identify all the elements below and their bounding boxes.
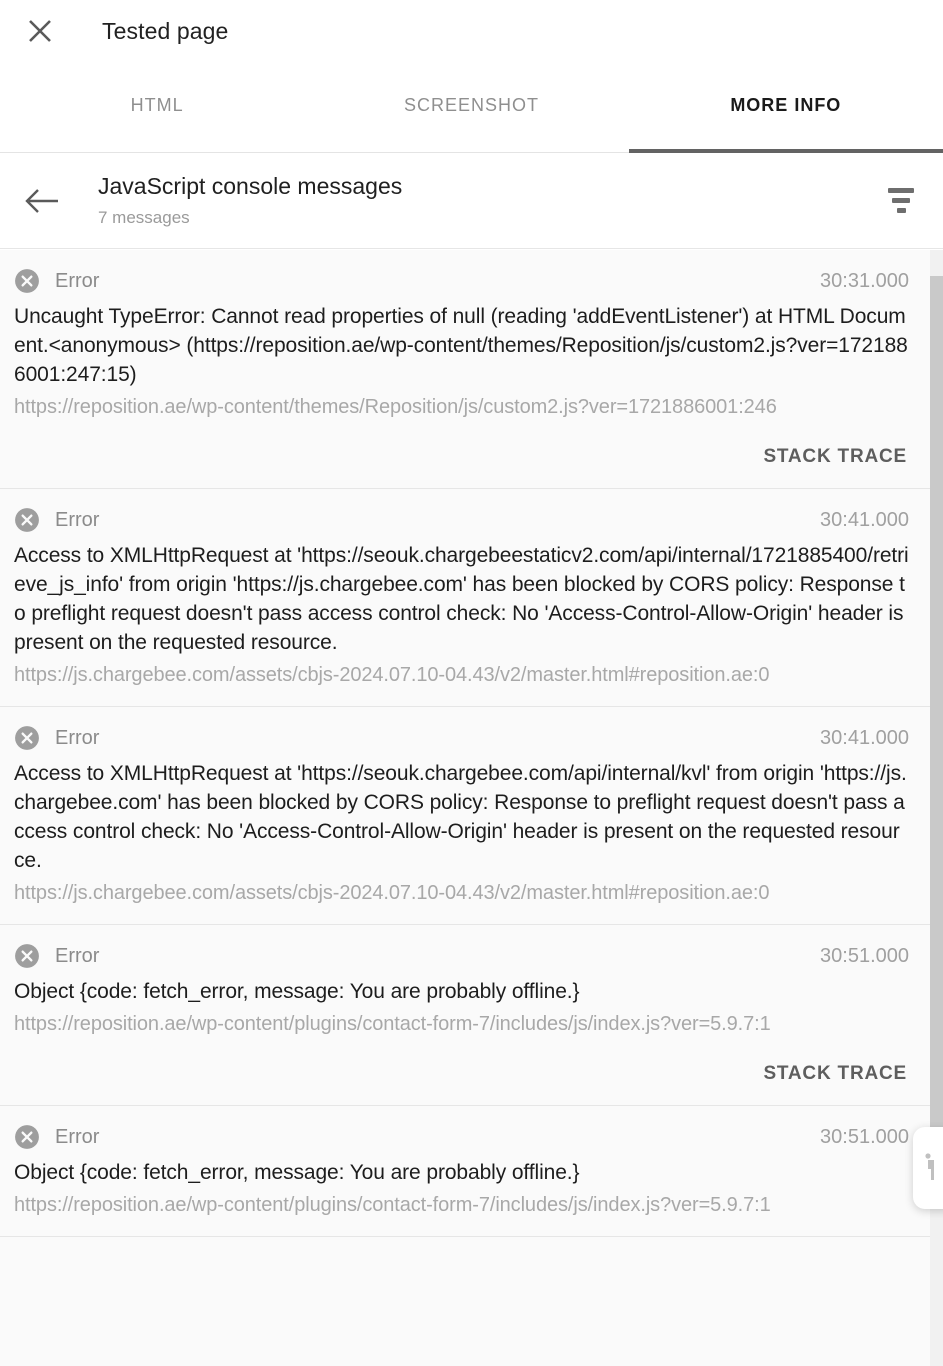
message-text: Object {code: fetch_error, message: You … <box>14 980 580 1003</box>
tab-html[interactable]: HTML <box>0 62 314 152</box>
window-titlebar: Tested page <box>0 0 943 62</box>
stack-trace-row: STACK TRACE <box>14 1059 909 1089</box>
error-circle-x-icon <box>15 508 39 532</box>
vertical-scrollbar-thumb[interactable] <box>930 276 943 1166</box>
error-circle-x-icon <box>15 269 39 293</box>
error-circle-x-icon <box>15 944 39 968</box>
stack-trace-row: STACK TRACE <box>14 442 909 472</box>
message-source-url: https://js.chargebee.com/assets/cbjs-202… <box>14 664 770 686</box>
tab-bar: HTML SCREENSHOT MORE INFO <box>0 62 943 153</box>
message-text: Object {code: fetch_error, message: You … <box>14 1161 580 1184</box>
message-header: Error 30:31.000 <box>14 264 909 298</box>
error-circle-x-icon <box>15 726 39 750</box>
close-button[interactable] <box>18 9 62 53</box>
list-item[interactable]: Error 30:51.000 Object {code: fetch_erro… <box>0 925 943 1106</box>
console-subheader: JavaScript console messages 7 messages <box>0 153 943 249</box>
message-header: Error 30:51.000 <box>14 939 909 973</box>
message-timestamp: 30:31.000 <box>820 269 909 292</box>
tab-more-info-label: MORE INFO <box>730 94 842 115</box>
message-level: Error <box>55 508 100 531</box>
console-title: JavaScript console messages <box>98 172 403 199</box>
close-icon <box>29 20 51 42</box>
page-title: Tested page <box>102 17 229 44</box>
message-source-url: https://reposition.ae/wp-content/themes/… <box>14 396 777 418</box>
message-source-url: https://reposition.ae/wp-content/plugins… <box>14 1194 771 1216</box>
message-level: Error <box>55 1125 100 1148</box>
message-level: Error <box>55 269 100 292</box>
stack-trace-button[interactable]: STACK TRACE <box>761 442 909 472</box>
tab-more-info[interactable]: MORE INFO <box>628 62 943 153</box>
message-text: Uncaught TypeError: Cannot read properti… <box>14 305 908 386</box>
message-source-url: https://reposition.ae/wp-content/plugins… <box>14 1013 771 1035</box>
accessibility-person-icon <box>925 1153 934 1180</box>
error-circle-x-icon <box>15 1125 39 1149</box>
message-source-url: https://js.chargebee.com/assets/cbjs-202… <box>14 882 770 904</box>
list-item[interactable]: Error 30:31.000 Uncaught TypeError: Cann… <box>0 250 943 489</box>
message-text: Access to XMLHttpRequest at 'https://seo… <box>14 762 907 872</box>
list-item[interactable]: Error 30:51.000 Object {code: fetch_erro… <box>0 1106 943 1237</box>
more-info-panel: Tested page HTML SCREENSHOT MORE INFO Ja… <box>0 0 943 1366</box>
message-header: Error 30:51.000 <box>14 1120 909 1154</box>
list-item[interactable]: Error 30:41.000 Access to XMLHttpRequest… <box>0 707 943 925</box>
filter-icon <box>888 188 914 213</box>
console-message-count: 7 messages <box>98 207 190 227</box>
message-timestamp: 30:51.000 <box>820 944 909 967</box>
filter-button[interactable] <box>877 177 925 225</box>
message-timestamp: 30:41.000 <box>820 726 909 749</box>
stack-trace-button[interactable]: STACK TRACE <box>761 1059 909 1089</box>
message-level: Error <box>55 944 100 967</box>
subheader-text-group: JavaScript console messages 7 messages <box>98 171 877 231</box>
message-header: Error 30:41.000 <box>14 503 909 537</box>
message-level: Error <box>55 726 100 749</box>
console-message-list[interactable]: Error 30:31.000 Uncaught TypeError: Cann… <box>0 250 943 1366</box>
tab-html-label: HTML <box>130 94 184 115</box>
message-timestamp: 30:41.000 <box>820 508 909 531</box>
tab-screenshot-label: SCREENSHOT <box>403 94 539 115</box>
arrow-left-icon <box>25 188 58 213</box>
message-text: Access to XMLHttpRequest at 'https://seo… <box>14 544 909 654</box>
message-header: Error 30:41.000 <box>14 721 909 755</box>
back-button[interactable] <box>18 177 66 225</box>
tab-screenshot[interactable]: SCREENSHOT <box>314 62 628 152</box>
message-timestamp: 30:51.000 <box>820 1125 909 1148</box>
floating-accessibility-widget[interactable] <box>913 1127 943 1209</box>
list-item[interactable]: Error 30:41.000 Access to XMLHttpRequest… <box>0 489 943 707</box>
